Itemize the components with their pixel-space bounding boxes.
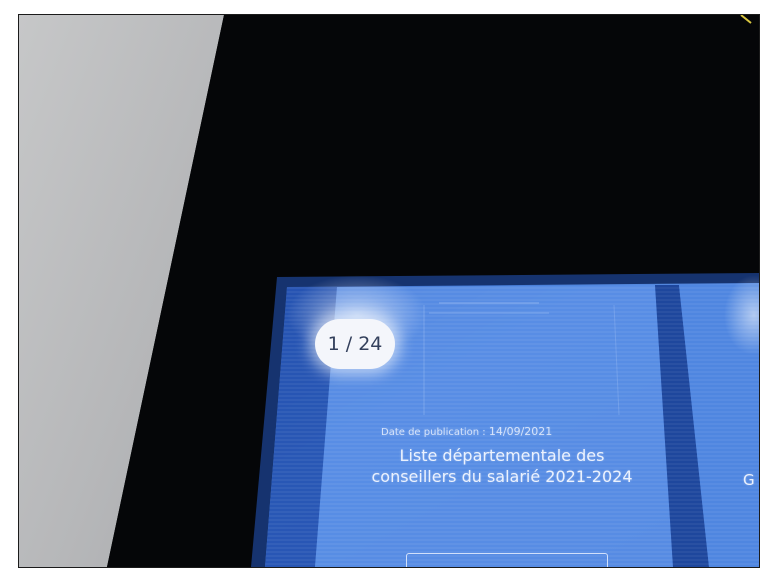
document-title[interactable]: Liste départementale des conseillers du … bbox=[371, 445, 633, 487]
photo: 1 / 24 Date de publication : 14/09/2021 … bbox=[18, 14, 760, 568]
document-open-button[interactable] bbox=[406, 553, 608, 567]
publication-line: Date de publication : 14/09/2021 bbox=[381, 425, 621, 438]
publication-date: 14/09/2021 bbox=[488, 425, 553, 438]
page-counter: 1 / 24 bbox=[315, 319, 395, 369]
publication-prefix: Date de publication : bbox=[381, 427, 486, 438]
next-card-text: G bbox=[743, 471, 755, 489]
